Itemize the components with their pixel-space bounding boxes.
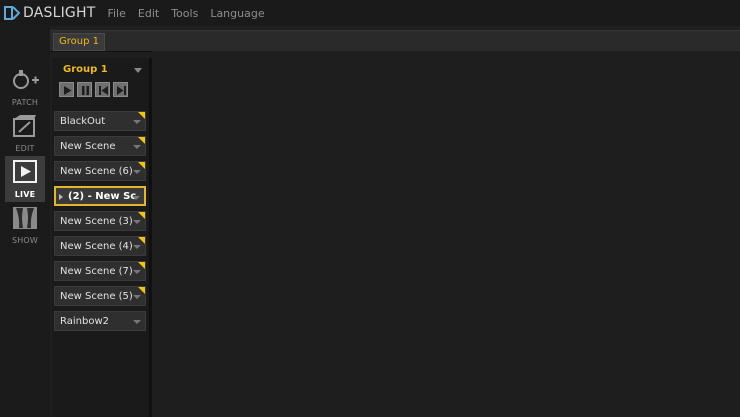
chevron-down-icon[interactable]	[133, 320, 141, 324]
scene-list-panel: Group 1 BlackOut New Scene New Scene (6)…	[52, 58, 150, 417]
scene-button[interactable]: New Scene (5)	[54, 286, 146, 306]
scene-button[interactable]: New Scene	[54, 136, 146, 156]
chevron-down-icon[interactable]	[133, 295, 141, 299]
app-name: DASLIGHT	[23, 5, 96, 21]
chevron-down-icon[interactable]	[133, 145, 141, 149]
group-header[interactable]: Group 1	[56, 62, 144, 78]
chevron-down-icon[interactable]	[134, 68, 142, 73]
scene-label: New Scene (4)	[60, 241, 133, 252]
chevron-down-icon[interactable]	[133, 220, 141, 224]
live-workspace[interactable]	[152, 51, 740, 417]
scene-label: BlackOut	[60, 116, 106, 127]
chevron-down-icon[interactable]	[132, 196, 140, 200]
menu-language[interactable]: Language	[210, 7, 264, 20]
scene-button[interactable]: New Scene (6)	[54, 161, 146, 181]
previous-button[interactable]	[95, 82, 110, 97]
scene-label: New Scene (5)	[60, 291, 133, 302]
mode-patch-button[interactable]: PATCH	[5, 68, 45, 114]
show-icon	[10, 206, 40, 234]
mode-live-button[interactable]: LIVE	[5, 156, 45, 202]
scene-label: Rainbow2	[60, 316, 109, 327]
scene-button[interactable]: New Scene (7)	[54, 261, 146, 281]
menu-edit[interactable]: Edit	[138, 7, 159, 20]
playing-indicator-icon	[59, 194, 63, 200]
patch-icon	[10, 68, 40, 96]
scene-label: New Scene	[60, 141, 116, 152]
scene-corner-marker	[138, 112, 145, 119]
mode-show-button[interactable]: SHOW	[5, 206, 45, 252]
play-button[interactable]	[59, 82, 74, 97]
daslight-logo-icon	[4, 5, 21, 21]
chevron-down-icon[interactable]	[133, 120, 141, 124]
live-icon	[10, 160, 40, 188]
scene-button[interactable]: New Scene (4)	[54, 236, 146, 256]
mode-label-show: SHOW	[11, 236, 39, 245]
mode-edit-button[interactable]: EDIT	[5, 114, 45, 160]
mode-sidebar: PATCH EDIT LIVE SHOW	[0, 26, 50, 417]
mode-label-edit: EDIT	[15, 144, 35, 153]
group-tab-bar: Group 1	[50, 30, 740, 52]
scene-button[interactable]: Rainbow2	[54, 311, 146, 331]
scene-corner-marker	[138, 137, 145, 144]
scene-corner-marker	[138, 287, 145, 294]
edit-icon	[10, 114, 40, 142]
chevron-down-icon[interactable]	[133, 170, 141, 174]
menu-file[interactable]: File	[107, 7, 125, 20]
scene-label: New Scene (6)	[60, 166, 133, 177]
scene-label: (2) - New Sc	[68, 191, 136, 202]
scene-corner-marker	[138, 262, 145, 269]
group-title: Group 1	[63, 64, 108, 75]
menu-bar: DASLIGHT File Edit Tools Language	[0, 0, 740, 26]
next-button[interactable]	[113, 82, 128, 97]
tab-group-1[interactable]: Group 1	[53, 33, 105, 51]
scene-corner-marker	[138, 162, 145, 169]
scene-label: New Scene (3)	[60, 216, 133, 227]
scene-button[interactable]: New Scene (3)	[54, 211, 146, 231]
chevron-down-icon[interactable]	[133, 245, 141, 249]
mode-label-live: LIVE	[14, 190, 36, 199]
scene-corner-marker	[138, 237, 145, 244]
scene-button[interactable]: BlackOut	[54, 111, 146, 131]
menu-tools[interactable]: Tools	[171, 7, 198, 20]
scene-corner-marker	[138, 212, 145, 219]
scene-label: New Scene (7)	[60, 266, 133, 277]
pause-button[interactable]	[77, 82, 92, 97]
app-logo: DASLIGHT	[4, 5, 95, 21]
chevron-down-icon[interactable]	[133, 270, 141, 274]
transport-controls	[59, 82, 128, 97]
scene-button-playing[interactable]: (2) - New Sc	[54, 186, 146, 206]
mode-label-patch: PATCH	[11, 98, 39, 107]
